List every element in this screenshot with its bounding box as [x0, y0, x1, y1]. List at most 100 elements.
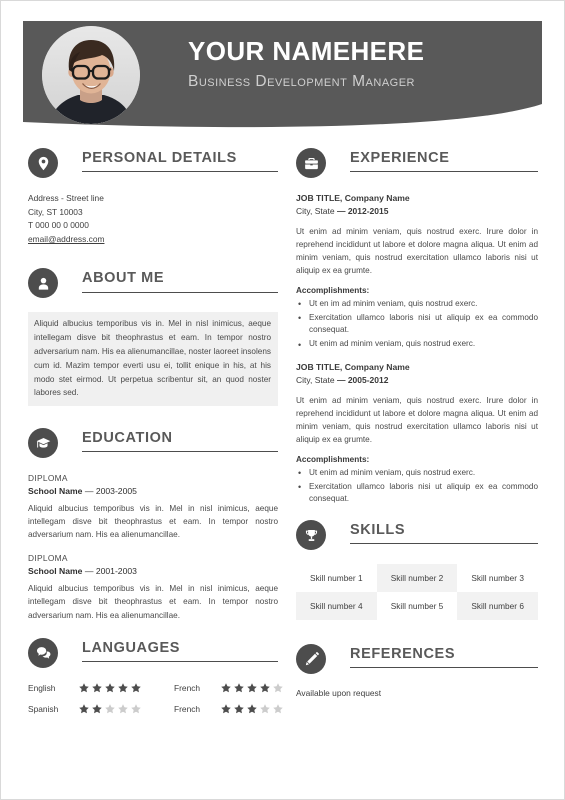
- star-icon: [92, 683, 102, 693]
- education-degree: DIPLOMA: [28, 473, 68, 484]
- accomplishments-label: Accomplishments:: [296, 285, 370, 295]
- section-divider: [82, 291, 278, 293]
- education-list: DIPLOMA School Name — 2003-2005 Aliquid al…: [28, 472, 278, 622]
- section-title: SKILLS: [350, 522, 406, 539]
- language-rating: [220, 682, 284, 694]
- job-title: JOB TITLE, Company Name: [296, 193, 410, 203]
- accomplishments-list: Ut enim ad minim veniam, quis nostrud ex…: [296, 466, 538, 507]
- skill-cell: Skill number 4: [296, 592, 377, 621]
- section-title: EDUCATION: [82, 430, 173, 447]
- location-pin-icon: [28, 148, 58, 178]
- education-item: DIPLOMA School Name — 2003-2005 Aliquid al…: [28, 472, 278, 541]
- section-title: ABOUT ME: [82, 270, 165, 287]
- skill-cell: Skill number 1: [310, 573, 363, 584]
- section-header: EDUCATION: [28, 428, 278, 466]
- education-item: DIPLOMA School Name — 2001-2003 Aliquid al…: [28, 552, 278, 621]
- section-languages: LANGUAGES English French Spanish French: [28, 637, 283, 715]
- section-personal-details: PERSONAL DETAILS Address - Street line C…: [28, 148, 278, 246]
- job-title: JOB TITLE, Company Name: [296, 361, 410, 372]
- star-icon: [260, 704, 270, 714]
- resume-header: YOUR NAMEHERE Business Development Manag…: [0, 0, 565, 140]
- language-name: French: [174, 703, 201, 714]
- accomplishment-item: Ut en im ad minim veniam, quis nostrud e…: [296, 297, 538, 311]
- accomplishment-item: Ut enim ad minim veniam, quis nostrud ex…: [296, 466, 538, 480]
- education-school: School Name — 2003-2005: [28, 485, 137, 496]
- section-header: PERSONAL DETAILS: [28, 148, 278, 186]
- star-icon: [234, 704, 244, 714]
- header-text-block: YOUR NAMEHERE Business Development Manag…: [188, 36, 538, 91]
- star-icon: [234, 683, 244, 693]
- section-education: EDUCATION DIPLOMA School Name — 2003-2005…: [28, 428, 278, 622]
- section-references: REFERENCES Available upon request: [296, 644, 538, 698]
- city-line: City, ST 10003: [28, 206, 83, 217]
- briefcase-icon: [296, 148, 326, 178]
- skill-cell: Skill number 3: [471, 573, 524, 584]
- experience-item: JOB TITLE, Company Name City, State — 200…: [296, 361, 538, 506]
- references-text: Available upon request: [296, 688, 382, 699]
- section-title: PERSONAL DETAILS: [82, 150, 237, 166]
- star-icon: [105, 704, 115, 714]
- section-header: SKILLS: [296, 520, 538, 558]
- section-divider: [82, 451, 278, 453]
- section-header: ABOUT ME: [28, 268, 278, 306]
- section-skills: SKILLS Skill number 1 Skill number 2 Skill…: [296, 520, 538, 621]
- section-divider: [350, 171, 538, 173]
- language-rating: [78, 703, 174, 715]
- language-name: Spanish: [28, 703, 59, 714]
- star-icon: [247, 683, 257, 693]
- accomplishments-list: Ut en im ad minim veniam, quis nostrud e…: [296, 297, 538, 352]
- graduation-cap-icon: [28, 428, 58, 459]
- section-title: REFERENCES: [350, 646, 456, 663]
- section-header: LANGUAGES: [28, 637, 278, 676]
- skill-cell: Skill number 2: [376, 564, 458, 593]
- star-icon: [221, 704, 231, 714]
- job-meta: City, State — 2012-2015: [296, 205, 389, 216]
- language-name: English: [28, 682, 56, 693]
- contact-block: Address - Street line City, ST 10003 T 0…: [28, 192, 278, 246]
- section-title: LANGUAGES: [82, 639, 181, 656]
- education-description: Aliquid albucius temporibus vis in. Mel …: [28, 583, 278, 620]
- accomplishment-item: Ut enim ad minim veniam, quis nostrud ex…: [296, 338, 538, 352]
- section-header: EXPERIENCE: [296, 148, 538, 186]
- profile-photo-icon: [42, 26, 140, 124]
- about-me-text: Aliquid albucius temporibus vis in. Mel …: [28, 312, 278, 407]
- phone-line: T 000 00 0 0000: [28, 220, 89, 231]
- section-divider: [82, 660, 278, 662]
- left-column: PERSONAL DETAILS Address - Street line C…: [28, 148, 283, 719]
- star-icon: [118, 683, 128, 693]
- star-icon: [273, 683, 283, 693]
- accomplishment-item: Exercitation ullamco laboris nisi ut ali…: [296, 311, 538, 338]
- accomplishment-item: Exercitation ullamco laboris nisi ut ali…: [296, 480, 538, 507]
- job-description: Ut enim ad minim veniam, quis nostrud ex…: [296, 226, 538, 276]
- education-school: School Name — 2001-2003: [28, 566, 137, 577]
- skill-cell: Skill number 6: [457, 592, 538, 621]
- address-line: Address - Street line: [28, 193, 104, 203]
- skill-cell: Skill number 5: [390, 601, 444, 612]
- experience-list: JOB TITLE, Company Name City, State — 201…: [296, 192, 538, 506]
- language-rating: [78, 682, 174, 694]
- star-icon: [247, 704, 257, 714]
- page-title: YOUR NAMEHERE: [188, 36, 425, 66]
- speech-bubble-icon: [28, 637, 58, 668]
- star-icon: [131, 704, 141, 714]
- email-link[interactable]: email@address.com: [28, 233, 278, 247]
- avatar: [42, 26, 140, 124]
- language-rating: [220, 703, 284, 715]
- pencil-icon: [296, 644, 326, 675]
- section-header: REFERENCES: [296, 644, 538, 682]
- star-icon: [79, 704, 89, 714]
- star-icon: [273, 704, 283, 714]
- accomplishments-label: Accomplishments:: [296, 454, 370, 464]
- star-icon: [131, 683, 141, 693]
- job-role-subtitle: Business Development Manager: [188, 73, 415, 91]
- star-icon: [260, 683, 270, 693]
- star-icon: [92, 704, 102, 714]
- experience-item: JOB TITLE, Company Name City, State — 201…: [296, 192, 538, 351]
- star-icon: [118, 704, 128, 714]
- section-title: EXPERIENCE: [350, 150, 450, 166]
- section-divider: [350, 667, 538, 669]
- star-icon: [221, 683, 231, 693]
- resume-page: YOUR NAMEHERE Business Development Manag…: [0, 0, 565, 800]
- skills-grid: Skill number 1 Skill number 2 Skill number…: [296, 564, 538, 621]
- star-icon: [105, 683, 115, 693]
